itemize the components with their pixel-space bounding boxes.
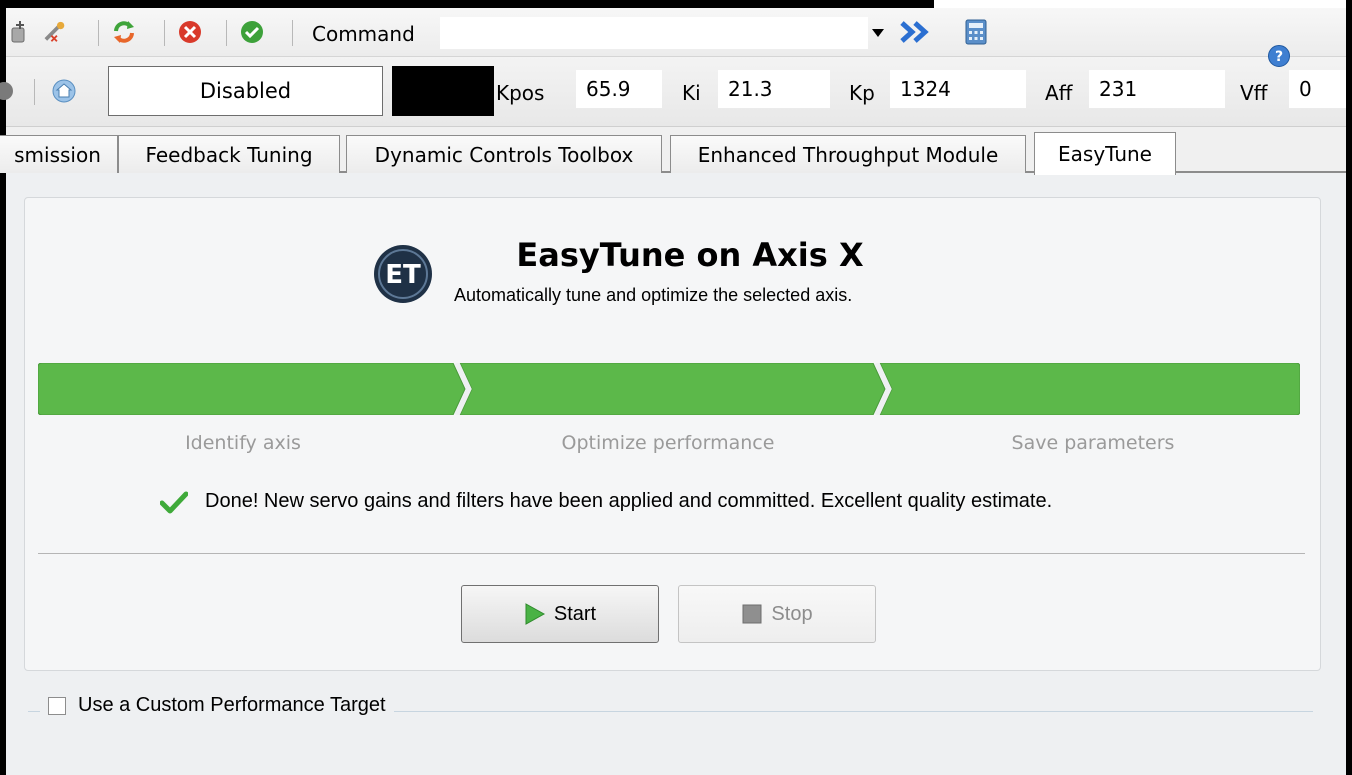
start-button-label: Start	[553, 602, 597, 625]
custom-target-label[interactable]: Use a Custom Performance Target	[78, 694, 386, 717]
step-label-optimize-performance: Optimize performance	[561, 432, 775, 454]
tab-transmission[interactable]: smission	[0, 135, 118, 173]
toolbar-separator	[98, 20, 99, 46]
vff-value: 0	[1289, 70, 1346, 108]
kp-value: 1324	[890, 70, 1026, 108]
page-subtitle: Automatically tune and optimize the sele…	[454, 285, 853, 305]
toolbar-separator	[226, 20, 227, 46]
aff-value: 231	[1089, 70, 1225, 108]
play-icon	[524, 602, 546, 626]
toolbar-separator	[164, 20, 165, 46]
progress-step-save-parameters	[879, 363, 1300, 415]
stop-button-label: Stop	[771, 602, 813, 625]
toolbar-separator	[292, 20, 293, 46]
help-icon[interactable]: ?	[1267, 44, 1291, 68]
tab-bar: smission Feedback Tuning Dynamic Control…	[0, 127, 1346, 175]
accept-icon[interactable]	[240, 20, 264, 44]
stop-button[interactable]: Stop	[678, 585, 876, 643]
kpos-value: 65.9	[576, 70, 662, 108]
page-title: EasyTune on Axis X	[516, 236, 864, 274]
start-button[interactable]: Start	[461, 585, 659, 643]
plugin-icon[interactable]	[8, 20, 32, 44]
partial-icon[interactable]	[0, 79, 20, 103]
refresh-icon[interactable]	[112, 20, 136, 44]
kp-label: Kp	[849, 81, 875, 105]
divider	[38, 553, 1305, 554]
status-message: Done! New servo gains and filters have b…	[205, 490, 1053, 512]
frame-edge-top	[0, 0, 932, 8]
frame-edge-right	[1346, 0, 1352, 775]
ki-label: Ki	[682, 81, 701, 105]
execute-icon[interactable]	[899, 21, 933, 43]
step-label-identify-axis: Identify axis	[185, 432, 301, 454]
ki-value: 21.3	[718, 70, 830, 108]
progress-step-identify-axis	[38, 363, 466, 415]
command-label: Command	[312, 22, 415, 46]
stop-icon	[741, 603, 763, 625]
status-display: Disabled	[108, 66, 383, 116]
easytune-logo-text: ET	[385, 260, 421, 290]
tab-enhanced-throughput-module[interactable]: Enhanced Throughput Module	[670, 135, 1026, 173]
progress-steps	[38, 363, 1300, 415]
calculator-icon[interactable]	[964, 19, 988, 45]
vff-label: Vff	[1240, 81, 1268, 105]
easytune-logo-icon: ET	[372, 243, 434, 305]
command-input[interactable]	[440, 17, 868, 49]
tab-feedback-tuning[interactable]: Feedback Tuning	[118, 135, 340, 173]
step-label-save-parameters: Save parameters	[1011, 432, 1175, 454]
status-indicator	[392, 66, 494, 116]
custom-target-checkbox[interactable]	[48, 696, 66, 715]
custom-target-group: Use a Custom Performance Target	[40, 694, 394, 717]
tab-dynamic-controls-toolbox[interactable]: Dynamic Controls Toolbox	[346, 135, 662, 173]
command-toolbar: Command	[6, 8, 1346, 57]
home-icon[interactable]	[52, 79, 76, 103]
progress-step-optimize-performance	[459, 363, 886, 415]
wizard-icon[interactable]	[44, 20, 68, 44]
kpos-label: Kpos	[496, 81, 545, 105]
status-toolbar: Disabled Kpos 65.9 Ki 21.3 Kp 1324 Aff 2…	[0, 57, 1346, 127]
cancel-icon[interactable]	[178, 20, 202, 44]
dropdown-icon[interactable]	[870, 25, 886, 39]
tab-easytune[interactable]: EasyTune	[1034, 132, 1176, 175]
svg-text:?: ?	[1275, 49, 1283, 65]
checkmark-icon	[159, 490, 189, 514]
aff-label: Aff	[1045, 81, 1073, 105]
toolbar-separator	[34, 79, 35, 105]
